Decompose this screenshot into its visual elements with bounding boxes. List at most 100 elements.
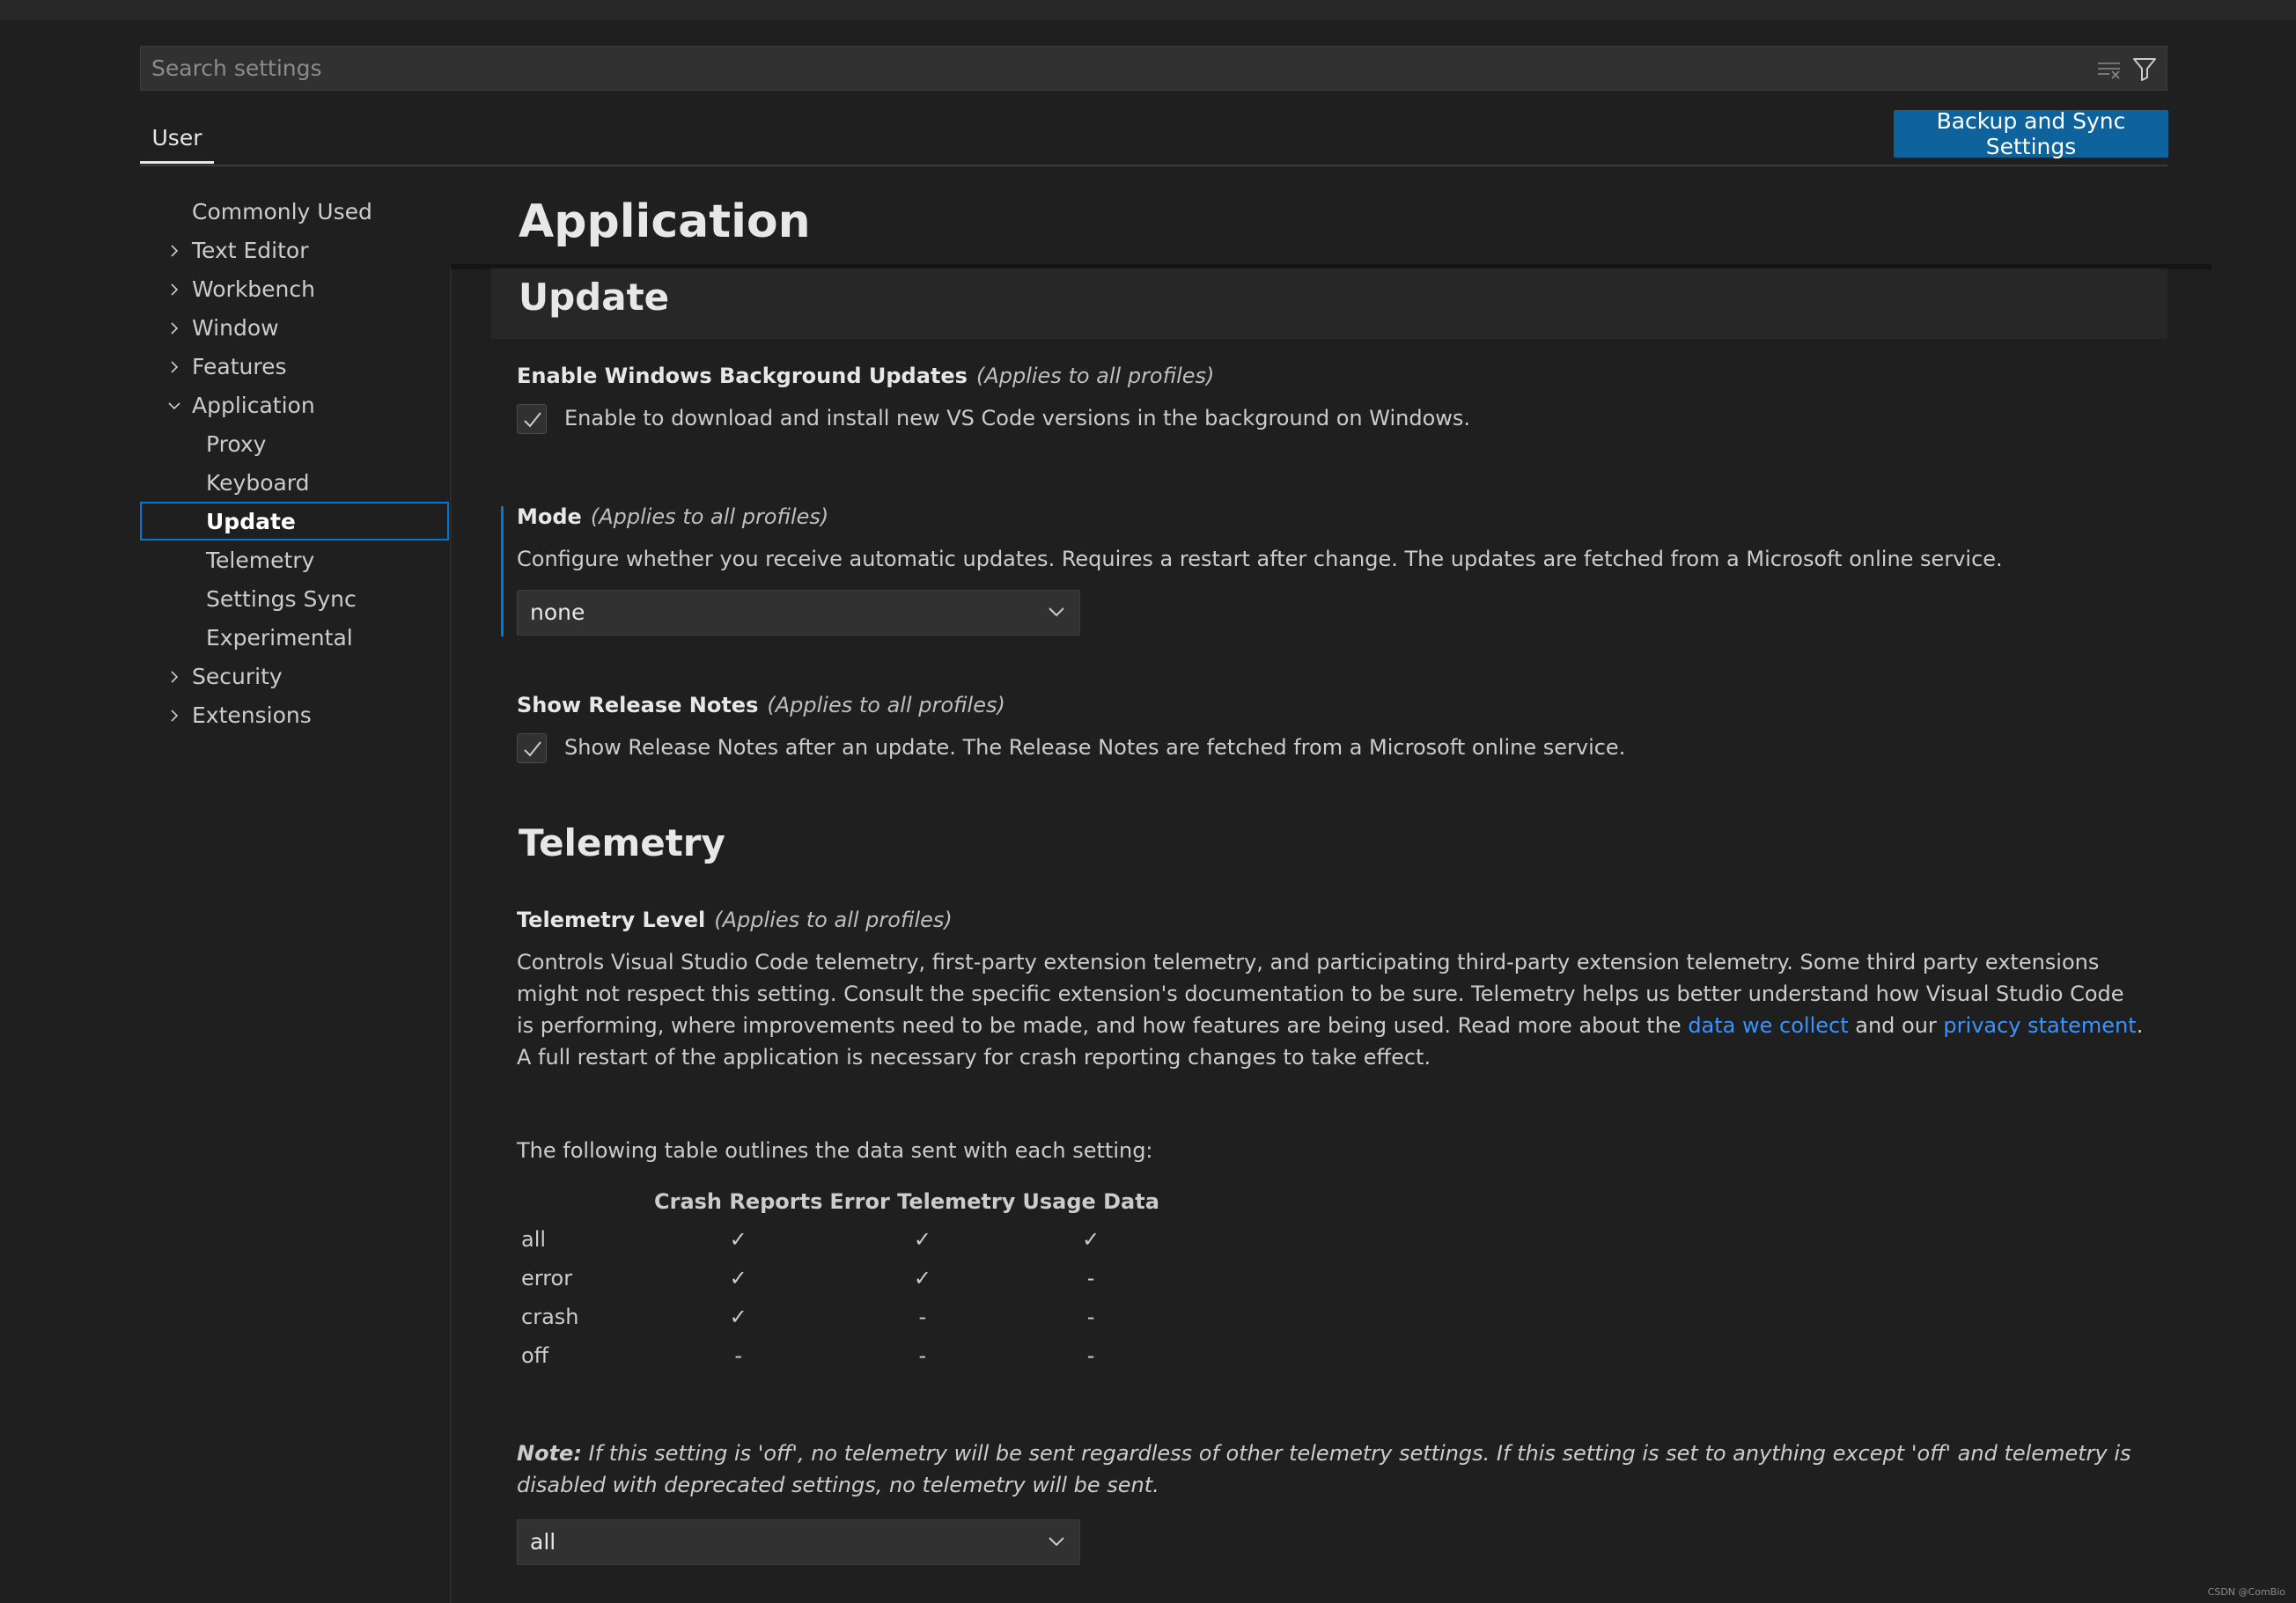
telemetry-table: Crash Reports Error Telemetry Usage Data… [517, 1183, 1163, 1375]
chevron-right-icon[interactable] [167, 244, 181, 258]
release-notes-checkbox[interactable] [517, 733, 547, 763]
table-header-row: Crash Reports Error Telemetry Usage Data [517, 1183, 1163, 1220]
toc-item-label: Keyboard [206, 470, 310, 496]
toc-item-commonly-used[interactable]: Commonly Used [192, 194, 372, 231]
checkmark-icon [524, 412, 541, 428]
section-title-update: Update [519, 276, 670, 319]
table-cell: error [521, 1266, 573, 1290]
toc-item-update[interactable]: Update [206, 504, 296, 540]
toc-item-text-editor[interactable]: Text Editor [192, 232, 309, 269]
table-cell: ✓ [729, 1266, 747, 1290]
toc-item-label: Application [192, 393, 315, 418]
toc-item-features[interactable]: Features [192, 349, 287, 386]
setting-scope: (Applies to all profiles) [590, 504, 829, 529]
setting-name: Mode [517, 504, 582, 529]
table-row: crash ✓ - - [517, 1298, 1163, 1336]
table-header: Error Telemetry [829, 1189, 1016, 1214]
mode-select-value: none [530, 599, 585, 625]
watermark: CSDN @ComBio [2207, 1586, 2285, 1598]
chevron-down-icon [1049, 607, 1064, 617]
toc-item-keyboard[interactable]: Keyboard [206, 465, 310, 502]
table-cell: off [521, 1343, 549, 1368]
toc-item-telemetry[interactable]: Telemetry [206, 542, 314, 579]
chevron-right-icon[interactable] [167, 321, 181, 335]
telemetry-level-select[interactable]: all [517, 1519, 1080, 1565]
chevron-down-icon[interactable] [167, 399, 181, 413]
table-row: error ✓ ✓ - [517, 1259, 1163, 1298]
mode-select[interactable]: none [517, 590, 1080, 636]
section-header-band [491, 268, 2167, 339]
toc-item-workbench[interactable]: Workbench [192, 271, 315, 308]
table-cell: - [918, 1305, 927, 1329]
table-cell: - [734, 1343, 743, 1368]
setting-title-release-notes: Show Release Notes (Applies to all profil… [517, 693, 1005, 717]
table-intro: The following table outlines the data se… [517, 1138, 1153, 1163]
chevron-right-icon[interactable] [167, 283, 181, 297]
filter-icon[interactable] [2132, 56, 2157, 86]
data-we-collect-link[interactable]: data we collect [1688, 1013, 1848, 1038]
toc-item-experimental[interactable]: Experimental [206, 620, 353, 657]
setting-title-bg-updates: Enable Windows Background Updates (Applie… [517, 364, 1214, 388]
toc-item-application[interactable]: Application [192, 387, 315, 424]
setting-name: Enable Windows Background Updates [517, 364, 968, 388]
telemetry-note: Note: If this setting is 'off', no telem… [517, 1438, 2172, 1501]
desc-text: and our [1848, 1013, 1944, 1038]
toc-item-label: Update [206, 509, 296, 534]
chevron-right-icon[interactable] [167, 709, 181, 723]
setting-desc-bg-updates: Enable to download and install new VS Co… [564, 406, 1471, 430]
bg-updates-checkbox[interactable] [517, 404, 547, 434]
backup-sync-button[interactable]: Backup and Sync Settings [1894, 108, 2168, 159]
table-cell: - [1086, 1343, 1095, 1368]
chevron-down-icon [1049, 1537, 1064, 1547]
table-cell: ✓ [913, 1266, 931, 1290]
telemetry-level-value: all [530, 1529, 556, 1555]
privacy-statement-link[interactable]: privacy statement [1943, 1013, 2136, 1038]
toc-item-settings-sync[interactable]: Settings Sync [206, 581, 357, 618]
toc-item-proxy[interactable]: Proxy [206, 426, 266, 463]
table-cell: - [918, 1343, 927, 1368]
table-cell: ✓ [913, 1227, 931, 1252]
toc-item-label: Workbench [192, 276, 315, 302]
table-header: Crash Reports [654, 1189, 823, 1214]
search-input[interactable] [151, 47, 2044, 90]
section-title-telemetry: Telemetry [519, 821, 725, 864]
setting-name: Telemetry Level [517, 908, 706, 932]
setting-desc-mode: Configure whether you receive automatic … [517, 547, 2003, 571]
table-row: all ✓ ✓ ✓ [517, 1220, 1163, 1259]
setting-scope: (Applies to all profiles) [975, 364, 1215, 388]
table-header: Usage Data [1022, 1189, 1159, 1214]
setting-scope: (Applies to all profiles) [714, 908, 953, 932]
table-cell: ✓ [729, 1227, 747, 1252]
checkmark-icon [524, 741, 541, 757]
toc-item-label: Window [192, 315, 279, 341]
search-box [140, 46, 2167, 91]
toc-item-label: Experimental [206, 625, 353, 651]
toc-item-label: Commonly Used [192, 199, 372, 224]
toc-item-label: Features [192, 354, 287, 379]
setting-title-mode: Mode (Applies to all profiles) [517, 504, 828, 529]
toc-item-security[interactable]: Security [192, 658, 283, 695]
chevron-right-icon[interactable] [167, 360, 181, 374]
note-text: If this setting is 'off', no telemetry w… [517, 1441, 2131, 1497]
table-cell: all [521, 1227, 547, 1252]
toc-item-label: Settings Sync [206, 586, 357, 612]
toc-item-window[interactable]: Window [192, 310, 279, 347]
table-header [517, 1183, 651, 1220]
setting-focus-indicator [501, 506, 504, 636]
setting-desc-release-notes: Show Release Notes after an update. The … [564, 735, 1626, 760]
toc-item-extensions[interactable]: Extensions [192, 697, 312, 734]
toc-divider [450, 266, 452, 1603]
toc-item-label: Proxy [206, 431, 267, 457]
header-divider [140, 165, 2167, 166]
clear-filter-icon[interactable] [2097, 59, 2122, 85]
setting-title-telemetry-level: Telemetry Level (Applies to all profiles) [517, 908, 953, 932]
toc-item-label: Telemetry [206, 548, 315, 573]
title-bar-strip [0, 0, 2296, 20]
setting-desc-telemetry-level: Controls Visual Studio Code telemetry, f… [517, 946, 2145, 1073]
table-cell: - [1086, 1305, 1095, 1329]
tab-user[interactable]: User [140, 109, 214, 164]
table-cell: ✓ [729, 1305, 747, 1329]
chevron-right-icon[interactable] [167, 670, 181, 684]
page-title: Application [519, 195, 811, 248]
note-label: Note: [517, 1441, 582, 1466]
